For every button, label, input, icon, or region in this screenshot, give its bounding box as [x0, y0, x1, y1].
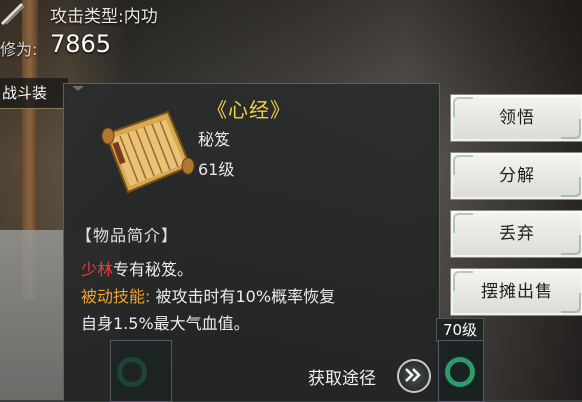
inventory-slot[interactable] — [438, 340, 484, 402]
power-value: 7865 — [50, 30, 112, 58]
weapon-icon — [0, 0, 26, 26]
comprehend-button[interactable]: 领悟 — [450, 94, 582, 142]
passive-label: 被动技能: — [81, 287, 151, 306]
corner-ornament — [453, 271, 473, 291]
corner-ornament — [561, 177, 581, 197]
attack-type: 攻击类型:内功 — [50, 7, 158, 27]
equip-set-tab[interactable]: 战斗装 — [0, 78, 68, 109]
description-line-2: 被动技能: 被攻击时有10%概率恢复 — [81, 283, 335, 307]
jade-ring-icon — [445, 357, 475, 387]
sect-suffix: 专有秘笈。 — [113, 260, 194, 279]
discard-label: 丢弃 — [499, 224, 535, 244]
inventory-slot[interactable] — [110, 340, 172, 402]
sell-stall-button[interactable]: 摆摊出售 — [450, 268, 582, 316]
sell-stall-label: 摆摊出售 — [481, 282, 553, 302]
sect-name: 少林 — [81, 260, 114, 279]
section-title: 【物品简介】 — [76, 226, 179, 245]
corner-ornament — [561, 293, 581, 313]
corner-ornament — [453, 155, 473, 175]
corner-ornament — [561, 119, 581, 139]
corner-ornament — [561, 235, 581, 255]
double-chevron-right-icon — [405, 368, 421, 382]
description-line-1: 少林专有秘笈。 — [81, 256, 193, 280]
description-line-3: 自身1.5%最大气血值。 — [81, 314, 250, 333]
panel-arrow-icon — [72, 86, 84, 91]
comprehend-label: 领悟 — [499, 108, 535, 128]
source-label[interactable]: 获取途径 — [308, 364, 376, 389]
source-forward-button[interactable] — [397, 359, 431, 393]
corner-ornament — [453, 97, 473, 117]
item-level: 61级 — [198, 160, 235, 179]
item-type: 秘笈 — [198, 130, 231, 149]
scroll-icon — [98, 104, 198, 204]
decompose-button[interactable]: 分解 — [450, 152, 582, 200]
character-info: 攻击类型:内功 修为: 7865 — [0, 0, 440, 60]
power-label: 修为: — [0, 40, 38, 59]
corner-ornament — [453, 213, 473, 233]
jade-ring-icon — [117, 357, 147, 387]
passive-text-1: 被攻击时有10%概率恢复 — [155, 287, 336, 306]
item-name: 《心经》 — [207, 98, 291, 122]
discard-button[interactable]: 丢弃 — [450, 210, 582, 258]
decompose-label: 分解 — [499, 166, 535, 186]
inventory-level-badge: 70级 — [436, 318, 484, 342]
